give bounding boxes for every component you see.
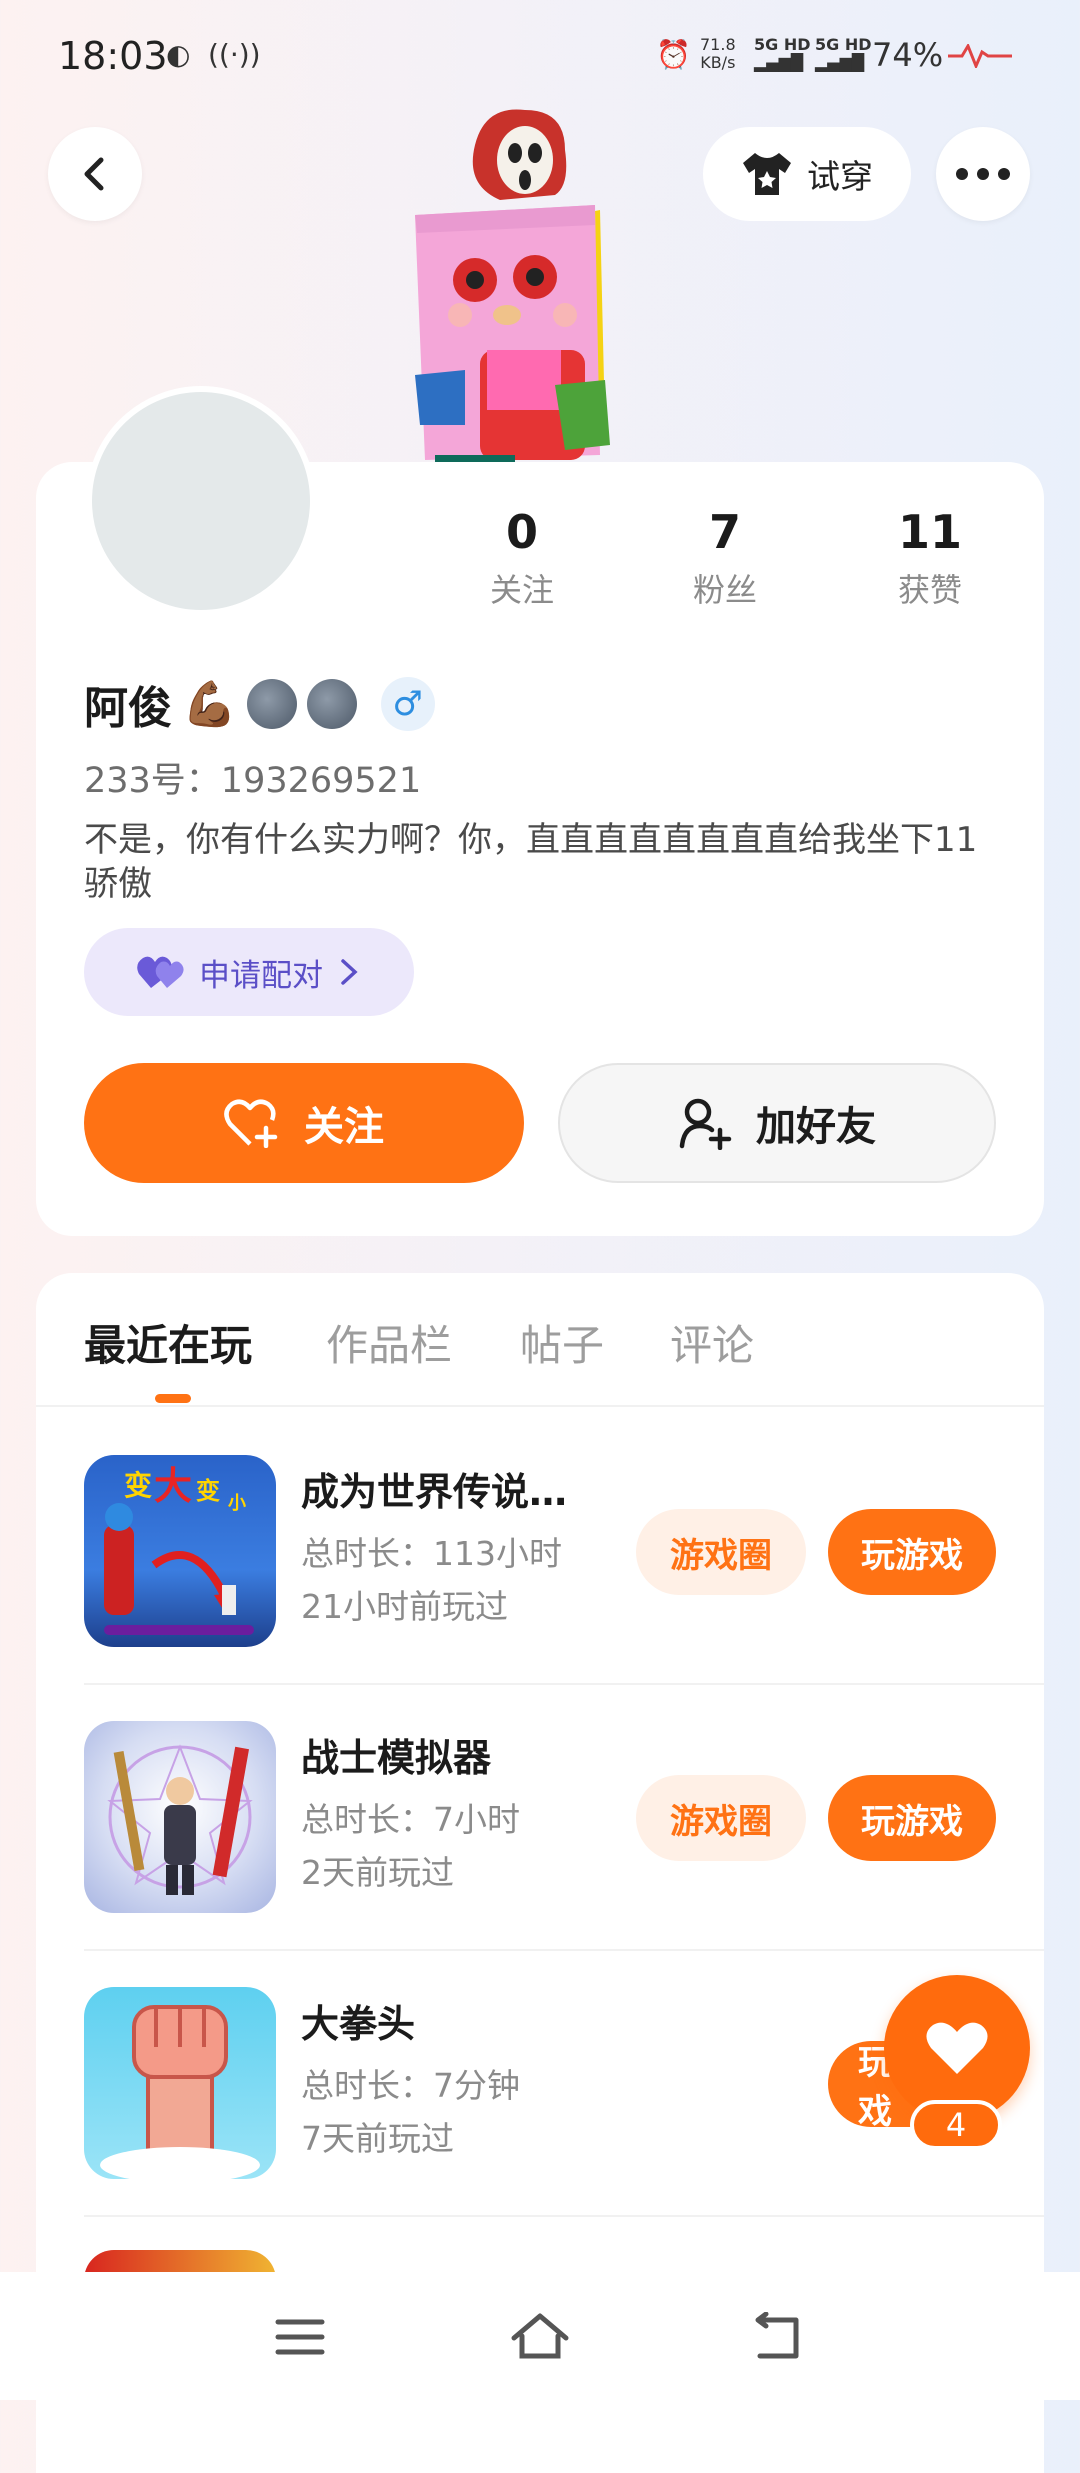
male-icon: ♂ bbox=[380, 677, 435, 731]
muscle-emoji: 💪🏾 bbox=[182, 679, 237, 730]
tshirt-icon bbox=[743, 153, 791, 195]
stat-fans[interactable]: 7 粉丝 bbox=[645, 505, 805, 611]
try-on-label: 试穿 bbox=[807, 157, 873, 196]
thumb-char-3: 变 bbox=[196, 1477, 220, 1505]
chevron-right-icon bbox=[341, 959, 358, 985]
signal-1-label: 5G HD bbox=[754, 35, 811, 54]
play-game-button[interactable]: 玩游戏 bbox=[828, 1775, 996, 1861]
heart-icon bbox=[926, 2022, 988, 2074]
battery-level: 74% bbox=[872, 36, 944, 74]
signal-bars-icon: ▂▄▆█ bbox=[754, 53, 804, 72]
apply-pair-label: 申请配对 bbox=[199, 957, 323, 994]
back-icon[interactable] bbox=[750, 2312, 810, 2362]
follow-button[interactable]: 关注 bbox=[84, 1063, 524, 1183]
moon-emoji-icon bbox=[246, 679, 297, 729]
back-arrow-icon bbox=[84, 157, 104, 191]
game-duration: 总时长：7小时 bbox=[301, 1800, 520, 1839]
network-speed: 71.8 KB/s bbox=[700, 36, 736, 72]
stat-following[interactable]: 0 关注 bbox=[442, 505, 602, 611]
tab-recent-play[interactable]: 最近在玩 bbox=[84, 1312, 252, 1373]
stat-fans-count: 7 bbox=[708, 505, 741, 559]
game-duration: 总时长：113小时 bbox=[301, 1534, 562, 1573]
game-title: 成为世界传说… bbox=[301, 1470, 568, 1514]
avatar-character[interactable] bbox=[405, 105, 655, 465]
game-row[interactable]: 战士模拟器 总时长：7小时 2天前玩过 游戏圈 玩游戏 bbox=[84, 1721, 1044, 1987]
status-time: 18:03 bbox=[58, 34, 168, 78]
soul-icon: ◐ bbox=[166, 38, 191, 71]
stat-following-label: 关注 bbox=[489, 571, 554, 609]
username-text: 阿俊 bbox=[84, 683, 172, 734]
apply-pair-button[interactable]: 申请配对 bbox=[84, 928, 414, 1016]
heartbeat-icon bbox=[948, 44, 1012, 68]
game-last-played: 21小时前玩过 bbox=[301, 1587, 508, 1626]
game-circle-button[interactable]: 游戏圈 bbox=[636, 1509, 806, 1595]
add-person-icon bbox=[679, 1098, 732, 1150]
bio: 不是，你有什么实力啊？你，直直直直直直直直给我坐下11骄傲 bbox=[84, 820, 978, 904]
row-divider bbox=[84, 1949, 1044, 1951]
game-title: 大拳头 bbox=[301, 2002, 416, 2046]
stat-following-count: 0 bbox=[505, 505, 538, 559]
tab-indicator bbox=[155, 1394, 191, 1403]
signal-bars-icon: ▂▄▆█ bbox=[815, 53, 865, 72]
game-thumbnail[interactable]: 变 大 变 小 bbox=[84, 1455, 276, 1647]
home-icon[interactable] bbox=[510, 2312, 570, 2362]
signal-2: 5G HD ▂▄▆█ bbox=[815, 36, 872, 72]
game-circle-button[interactable]: 游戏圈 bbox=[636, 1775, 806, 1861]
double-heart-icon bbox=[137, 956, 184, 988]
tab-comments[interactable]: 评论 bbox=[670, 1312, 754, 1373]
thumb-char-4: 小 bbox=[228, 1493, 246, 1514]
speed-value: 71.8 bbox=[700, 35, 736, 54]
alarm-icon: ⏰ bbox=[656, 38, 691, 71]
user-id: 233号：193269521 bbox=[84, 761, 422, 801]
game-art: 变 大 变 小 bbox=[104, 1464, 254, 1635]
stat-likes-count: 11 bbox=[897, 505, 962, 559]
menu-icon[interactable] bbox=[270, 2312, 330, 2362]
back-button[interactable] bbox=[48, 127, 142, 221]
play-game-button[interactable]: 玩游戏 bbox=[828, 1509, 996, 1595]
tab-posts[interactable]: 帖子 bbox=[520, 1312, 604, 1373]
try-on-button[interactable]: 试穿 bbox=[703, 127, 911, 221]
game-thumbnail[interactable] bbox=[84, 1987, 276, 2179]
row-divider bbox=[84, 2215, 1044, 2217]
game-title: 战士模拟器 bbox=[301, 1736, 492, 1780]
stat-likes-label: 获赞 bbox=[897, 571, 962, 609]
game-row[interactable]: 变 大 变 小 成为世界传说… 总时长：113小时 21小时前玩过 游戏圈 玩游… bbox=[84, 1455, 1044, 1721]
like-count-badge: 4 bbox=[910, 2100, 1002, 2150]
game-duration: 总时长：7分钟 bbox=[301, 2066, 520, 2105]
tab-works[interactable]: 作品栏 bbox=[326, 1312, 452, 1373]
speed-unit: KB/s bbox=[700, 53, 736, 72]
more-button[interactable] bbox=[936, 127, 1030, 221]
moon-emoji-icon bbox=[306, 679, 357, 729]
thumb-char-1: 变 bbox=[124, 1469, 152, 1502]
stat-likes[interactable]: 11 获赞 bbox=[850, 505, 1010, 611]
signal-1: 5G HD ▂▄▆█ bbox=[754, 36, 811, 72]
game-art bbox=[100, 2005, 260, 2179]
hotspot-icon: ((·)) bbox=[208, 38, 261, 71]
tab-divider bbox=[36, 1405, 1044, 1407]
heart-add-icon bbox=[224, 1099, 278, 1148]
more-icon bbox=[956, 168, 1010, 180]
avatar[interactable] bbox=[86, 386, 316, 616]
follow-label: 关注 bbox=[304, 1104, 384, 1150]
add-friend-button[interactable]: 加好友 bbox=[558, 1063, 996, 1183]
game-last-played: 2天前玩过 bbox=[301, 1853, 454, 1892]
add-friend-label: 加好友 bbox=[756, 1104, 876, 1150]
game-art bbox=[107, 1744, 253, 1895]
game-last-played: 7天前玩过 bbox=[301, 2119, 454, 2158]
username: 阿俊 💪🏾 ♂ bbox=[84, 672, 435, 736]
system-nav-bar bbox=[0, 2272, 1080, 2400]
signal-2-label: 5G HD bbox=[815, 35, 872, 54]
stat-fans-label: 粉丝 bbox=[692, 571, 757, 609]
status-bar: 18:03 ◐ ((·)) ⏰ 71.8 KB/s 5G HD ▂▄▆█ 5G … bbox=[0, 0, 1080, 115]
row-divider bbox=[84, 1683, 1044, 1685]
thumb-char-2: 大 bbox=[154, 1464, 192, 1508]
game-thumbnail[interactable] bbox=[84, 1721, 276, 1913]
